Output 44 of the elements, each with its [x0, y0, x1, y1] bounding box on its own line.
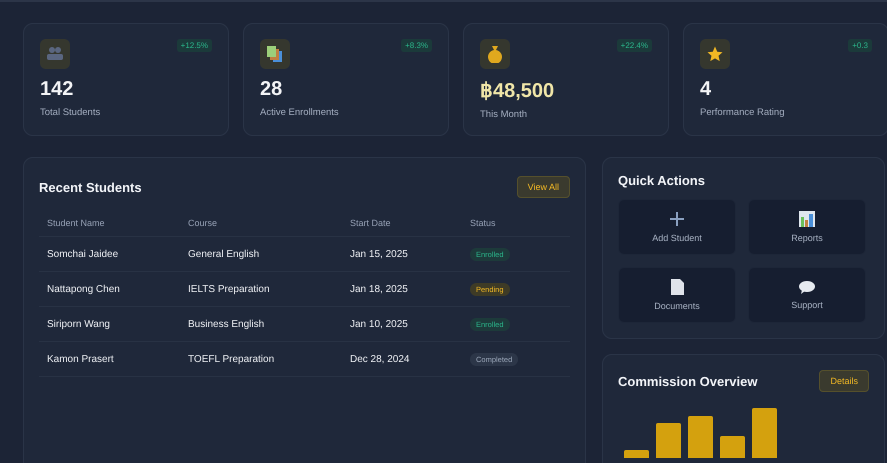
table-cell: Dec 28, 2024	[350, 354, 410, 364]
stat-value: ฿48,500	[480, 79, 556, 103]
details-button[interactable]: Details	[819, 370, 869, 392]
stat-value: 4	[700, 78, 712, 101]
stat-value: 142	[40, 78, 74, 101]
column-header: Status	[462, 212, 570, 236]
table-cell: Kamon Prasert	[47, 354, 114, 364]
table-cell: IELTS Preparation	[188, 284, 270, 294]
speech-bubble-icon	[799, 280, 815, 294]
moneybag-icon	[480, 39, 510, 69]
panel-title: Recent Students	[39, 180, 142, 194]
view-all-button[interactable]: View All	[516, 176, 570, 198]
panel-title: Commission Overview	[618, 374, 758, 388]
table-cell: Jan 18, 2025	[350, 284, 408, 294]
quick-action-button[interactable]: Documents	[618, 267, 736, 323]
table-cell: Somchai Jaidee	[47, 248, 118, 260]
table-cell: Nattapong Chen	[47, 284, 120, 294]
stat-label: Active Enrollments	[260, 107, 340, 118]
column-header: Student Name	[39, 212, 180, 236]
change-badge: +8.3%	[401, 39, 432, 52]
change-badge: +22.4%	[616, 39, 652, 52]
quick-action-button[interactable]: Support	[748, 267, 866, 323]
table-cell: Jan 10, 2025	[350, 318, 408, 330]
stat-value: 28	[260, 78, 284, 101]
document-icon	[670, 279, 684, 295]
table-cell: Siriporn Wang	[47, 318, 110, 330]
column-header: Start Date	[342, 212, 462, 236]
people-icon	[40, 39, 70, 69]
stat-label: This Month	[480, 109, 528, 120]
stat-label: Total Students	[40, 107, 102, 118]
column-header: Course	[180, 212, 342, 236]
panel-title: Quick Actions	[618, 173, 706, 188]
bar-chart-icon	[799, 211, 815, 227]
change-badge: +12.5%	[176, 39, 212, 52]
plus-icon	[669, 211, 685, 227]
table-cell: Jan 15, 2025	[350, 248, 408, 260]
change-badge: +0.3	[848, 39, 872, 52]
quick-action-button[interactable]: Add Student	[618, 199, 736, 255]
quick-action-button[interactable]: Reports	[748, 199, 866, 255]
stat-label: Performance Rating	[700, 107, 786, 118]
table-cell: General English	[188, 248, 260, 260]
table-cell: Business English	[188, 318, 264, 330]
books-icon	[260, 39, 290, 69]
table-cell: TOEFL Preparation	[188, 354, 274, 364]
